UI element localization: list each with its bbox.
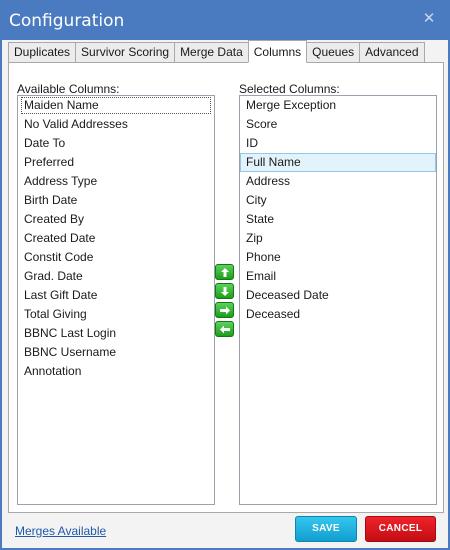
- available-columns-label: Available Columns:: [17, 82, 120, 96]
- available-column-item[interactable]: Total Giving: [18, 305, 214, 324]
- merges-available-link[interactable]: Merges Available: [15, 524, 106, 538]
- selected-columns-list[interactable]: Merge Exception Score ID Full Name Address Ci…: [239, 95, 437, 505]
- tab-advanced[interactable]: Advanced: [359, 42, 425, 63]
- available-column-item[interactable]: Annotation: [18, 362, 214, 381]
- selected-column-item[interactable]: Address: [240, 172, 436, 191]
- move-down-button[interactable]: [215, 283, 234, 299]
- window-title: Configuration: [9, 11, 125, 31]
- selected-column-item[interactable]: Full Name: [240, 153, 436, 172]
- selected-column-item[interactable]: State: [240, 210, 436, 229]
- selected-column-item[interactable]: ID: [240, 134, 436, 153]
- save-button[interactable]: SAVE: [295, 516, 357, 542]
- arrow-down-icon: [221, 287, 229, 296]
- selected-column-item[interactable]: Phone: [240, 248, 436, 267]
- tab-merge-data[interactable]: Merge Data: [174, 42, 248, 63]
- available-column-item[interactable]: Preferred: [18, 153, 214, 172]
- available-column-item[interactable]: Grad. Date: [18, 267, 214, 286]
- add-column-button[interactable]: [215, 302, 234, 318]
- available-column-item[interactable]: Constit Code: [18, 248, 214, 267]
- arrow-left-icon: [220, 325, 230, 334]
- cancel-button[interactable]: CANCEL: [365, 516, 436, 542]
- selected-column-item[interactable]: Deceased Date: [240, 286, 436, 305]
- title-bar[interactable]: Configuration ✕: [0, 0, 450, 40]
- configuration-window: Configuration ✕ Duplicates Survivor Scori…: [0, 0, 450, 550]
- selected-column-item[interactable]: Zip: [240, 229, 436, 248]
- close-icon[interactable]: ✕: [422, 11, 436, 26]
- remove-column-button[interactable]: [215, 321, 234, 337]
- column-arrow-buttons: [215, 264, 235, 340]
- selected-column-item[interactable]: Deceased: [240, 305, 436, 324]
- available-column-item[interactable]: BBNC Last Login: [18, 324, 214, 343]
- available-column-item[interactable]: Address Type: [18, 172, 214, 191]
- selected-columns-label: Selected Columns:: [239, 82, 340, 96]
- available-column-item[interactable]: BBNC Username: [18, 343, 214, 362]
- selected-column-item[interactable]: Email: [240, 267, 436, 286]
- tab-columns[interactable]: Columns: [247, 40, 308, 63]
- tab-strip: Duplicates Survivor Scoring Merge Data Colu…: [8, 40, 425, 63]
- arrow-up-icon: [221, 268, 229, 277]
- available-columns-list[interactable]: Maiden Name No Valid Addresses Date To Pref…: [17, 95, 215, 505]
- available-column-item[interactable]: Birth Date: [18, 191, 214, 210]
- selected-column-item[interactable]: Score: [240, 115, 436, 134]
- available-column-item[interactable]: No Valid Addresses: [18, 115, 214, 134]
- tab-queues[interactable]: Queues: [307, 42, 360, 63]
- arrow-right-icon: [220, 306, 230, 315]
- available-column-item[interactable]: Created By: [18, 210, 214, 229]
- selected-column-item[interactable]: City: [240, 191, 436, 210]
- columns-panel: Available Columns: Maiden Name No Valid A…: [8, 62, 444, 513]
- selected-column-item[interactable]: Merge Exception: [240, 96, 436, 115]
- available-column-item[interactable]: Date To: [18, 134, 214, 153]
- dialog-body: Duplicates Survivor Scoring Merge Data Colu…: [2, 40, 448, 548]
- move-up-button[interactable]: [215, 264, 234, 280]
- tab-survivor-scoring[interactable]: Survivor Scoring: [75, 42, 175, 63]
- available-column-item[interactable]: Maiden Name: [18, 96, 214, 115]
- tab-duplicates[interactable]: Duplicates: [8, 42, 76, 63]
- available-column-item[interactable]: Created Date: [18, 229, 214, 248]
- available-column-item[interactable]: Last Gift Date: [18, 286, 214, 305]
